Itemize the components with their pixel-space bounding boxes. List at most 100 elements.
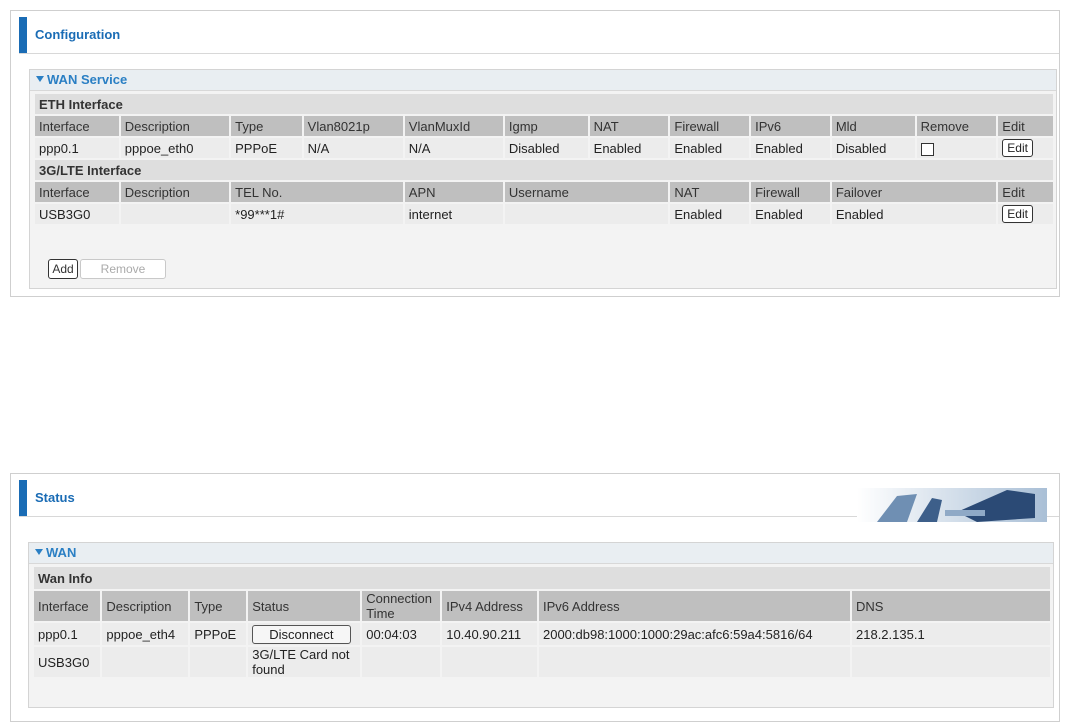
cell-igmp: Disabled <box>504 138 588 158</box>
col-header: Description <box>120 182 230 202</box>
wan-service-table: ETH Interface Interface Description Type… <box>33 92 1055 226</box>
eth-header-row: Interface Description Type Vlan8021p Vla… <box>35 116 1053 136</box>
cell-status: 3G/LTE Card not found <box>248 647 361 677</box>
cell-nat: Enabled <box>589 138 669 158</box>
cell-ipv6: 2000:db98:1000:1000:29ac:afc6:59a4:5816/… <box>538 623 850 645</box>
cell-ipv6 <box>538 647 850 677</box>
cell-connection-time <box>362 647 441 677</box>
collapse-triangle-icon <box>36 76 44 82</box>
col-header: VlanMuxId <box>404 116 503 136</box>
cell-ipv6: Enabled <box>751 138 830 158</box>
col-header: Edit <box>998 116 1053 136</box>
cell-interface: USB3G0 <box>35 204 119 224</box>
cell-dns: 218.2.135.1 <box>852 623 1050 645</box>
cell-apn: internet <box>404 204 503 224</box>
lte-header-row: Interface Description TEL No. APN Userna… <box>35 182 1053 202</box>
col-header: Interface <box>35 182 119 202</box>
cell-interface: USB3G0 <box>34 647 101 677</box>
table-row: USB3G0 3G/LTE Card not found <box>34 647 1050 677</box>
col-header: NAT <box>589 116 669 136</box>
col-header: IPv6 Address <box>538 591 850 621</box>
col-header: Interface <box>34 591 101 621</box>
status-header-row: Interface Description Type Status Connec… <box>34 591 1050 621</box>
cell-description <box>120 204 230 224</box>
table-row: ppp0.1 pppoe_eth4 PPPoE Disconnect 00:04… <box>34 623 1050 645</box>
eth-interface-label: ETH Interface <box>35 94 1053 114</box>
edit-button[interactable]: Edit <box>1002 205 1033 223</box>
wan-info-label: Wan Info <box>34 567 1050 589</box>
col-header: IPv4 Address <box>442 591 537 621</box>
col-header: APN <box>404 182 503 202</box>
col-header: Connection Time <box>362 591 441 621</box>
title-accent-bar <box>19 17 27 53</box>
cell-status: Disconnect <box>248 623 361 645</box>
col-header: Description <box>102 591 189 621</box>
remove-checkbox[interactable] <box>920 142 934 156</box>
cell-interface: ppp0.1 <box>34 623 101 645</box>
col-header: Vlan8021p <box>303 116 403 136</box>
decorative-banner-image <box>857 488 1047 522</box>
cell-failover: Enabled <box>831 204 997 224</box>
col-header: Firewall <box>751 182 830 202</box>
cell-description: pppoe_eth0 <box>120 138 230 158</box>
cell-ipv4: 10.40.90.211 <box>442 623 537 645</box>
col-header: Description <box>120 116 230 136</box>
cell-vlanmuxid: N/A <box>404 138 503 158</box>
lte-interface-label: 3G/LTE Interface <box>35 160 1053 180</box>
cell-ipv4 <box>442 647 537 677</box>
title-accent-bar <box>19 480 27 516</box>
col-header: Status <box>248 591 361 621</box>
edit-button[interactable]: Edit <box>1002 139 1033 157</box>
cell-tel-no: *99***1# <box>231 204 403 224</box>
cell-type: PPPoE <box>190 623 247 645</box>
col-header: Type <box>190 591 247 621</box>
cell-edit: Edit <box>998 138 1053 158</box>
col-header: TEL No. <box>231 182 403 202</box>
cell-vlan8021p: N/A <box>303 138 403 158</box>
cell-type: PPPoE <box>231 138 302 158</box>
status-panel: Status WAN Wan Info Interface Descriptio… <box>10 473 1060 722</box>
cell-username <box>504 204 669 224</box>
cell-description <box>102 647 189 677</box>
col-header: NAT <box>670 182 750 202</box>
col-header: DNS <box>852 591 1050 621</box>
cell-interface: ppp0.1 <box>35 138 119 158</box>
remove-button[interactable]: Remove <box>80 259 166 279</box>
collapse-triangle-icon <box>35 549 43 555</box>
col-header: IPv6 <box>751 116 830 136</box>
cell-type <box>190 647 247 677</box>
panel-title-bar: Status <box>19 480 1059 522</box>
wan-status-section: WAN Wan Info Interface Description Type … <box>28 542 1054 708</box>
table-row: USB3G0 *99***1# internet Enabled Enabled… <box>35 204 1053 224</box>
col-header: Firewall <box>670 116 750 136</box>
configuration-panel: Configuration WAN Service ETH Interface … <box>10 10 1060 297</box>
col-header: Type <box>231 116 302 136</box>
cell-connection-time: 00:04:03 <box>362 623 441 645</box>
cell-firewall: Enabled <box>670 138 750 158</box>
page-title: Configuration <box>35 27 121 42</box>
cell-mld: Disabled <box>831 138 915 158</box>
disconnect-button[interactable]: Disconnect <box>252 624 351 644</box>
cell-dns <box>852 647 1050 677</box>
col-header: Igmp <box>504 116 588 136</box>
table-row: ppp0.1 pppoe_eth0 PPPoE N/A N/A Disabled… <box>35 138 1053 158</box>
add-button[interactable]: Add <box>48 259 78 279</box>
section-title: WAN Service <box>47 72 128 87</box>
wan-info-table: Wan Info Interface Description Type Stat… <box>32 565 1052 679</box>
cell-description: pppoe_eth4 <box>102 623 189 645</box>
col-header: Mld <box>831 116 915 136</box>
cell-firewall: Enabled <box>751 204 830 224</box>
page-title: Status <box>35 490 75 505</box>
section-header[interactable]: WAN Service <box>30 70 1056 91</box>
cell-nat: Enabled <box>670 204 750 224</box>
col-header: Remove <box>916 116 997 136</box>
col-header: Interface <box>35 116 119 136</box>
cell-remove <box>916 138 997 158</box>
cell-edit: Edit <box>998 204 1053 224</box>
panel-title-bar: Configuration <box>19 17 1059 54</box>
col-header: Edit <box>998 182 1053 202</box>
col-header: Username <box>504 182 669 202</box>
section-title: WAN <box>46 545 77 560</box>
wan-service-section: WAN Service ETH Interface Interface Desc… <box>29 69 1057 289</box>
section-header[interactable]: WAN <box>29 543 1053 564</box>
